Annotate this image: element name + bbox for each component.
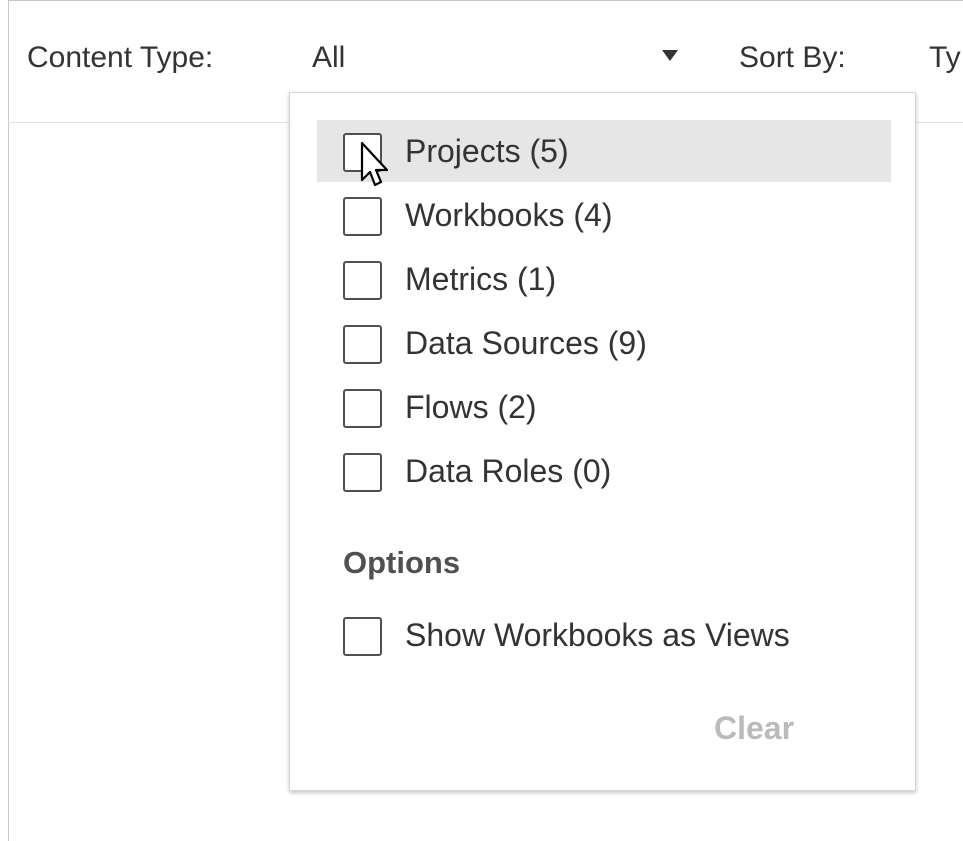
- content-filter-page: Content Type: All Sort By: Ty Projects (…: [0, 0, 963, 841]
- content-type-label: Content Type:: [27, 41, 214, 74]
- left-border: [8, 0, 9, 841]
- sort-by-select[interactable]: Ty: [929, 40, 961, 76]
- content-type-select[interactable]: [300, 28, 700, 88]
- option-metrics[interactable]: Metrics (1): [317, 248, 891, 310]
- option-workbooks[interactable]: Workbooks (4): [317, 184, 891, 246]
- option-label: Flows (2): [405, 389, 537, 425]
- content-type-dropdown-panel: Projects (5) Workbooks (4) Metrics (1) D…: [289, 92, 916, 791]
- triangle-down-icon[interactable]: [662, 50, 678, 61]
- checkbox[interactable]: [343, 197, 382, 236]
- option-data-roles[interactable]: Data Roles (0): [317, 440, 891, 502]
- mouse-pointer-icon: [360, 141, 389, 187]
- sort-by-label: Sort By:: [739, 41, 846, 74]
- checkbox[interactable]: [343, 389, 382, 428]
- option-label: Data Roles (0): [405, 453, 612, 489]
- option-data-sources[interactable]: Data Sources (9): [317, 312, 891, 374]
- option-label: Data Sources (9): [405, 325, 647, 361]
- option-label: Metrics (1): [405, 261, 557, 297]
- checkbox[interactable]: [343, 617, 382, 656]
- option-label: Show Workbooks as Views: [405, 617, 790, 653]
- option-show-workbooks-as-views[interactable]: Show Workbooks as Views: [317, 604, 891, 666]
- checkbox[interactable]: [343, 453, 382, 492]
- content-type-value[interactable]: All: [312, 40, 345, 76]
- checkbox[interactable]: [343, 261, 382, 300]
- option-label: Workbooks (4): [405, 197, 613, 233]
- option-flows[interactable]: Flows (2): [317, 376, 891, 438]
- clear-button[interactable]: Clear: [714, 709, 794, 747]
- top-border: [8, 0, 963, 1]
- options-section-title: Options: [343, 545, 461, 580]
- checkbox[interactable]: [343, 325, 382, 364]
- option-projects[interactable]: Projects (5): [317, 120, 891, 182]
- option-label: Projects (5): [405, 133, 569, 169]
